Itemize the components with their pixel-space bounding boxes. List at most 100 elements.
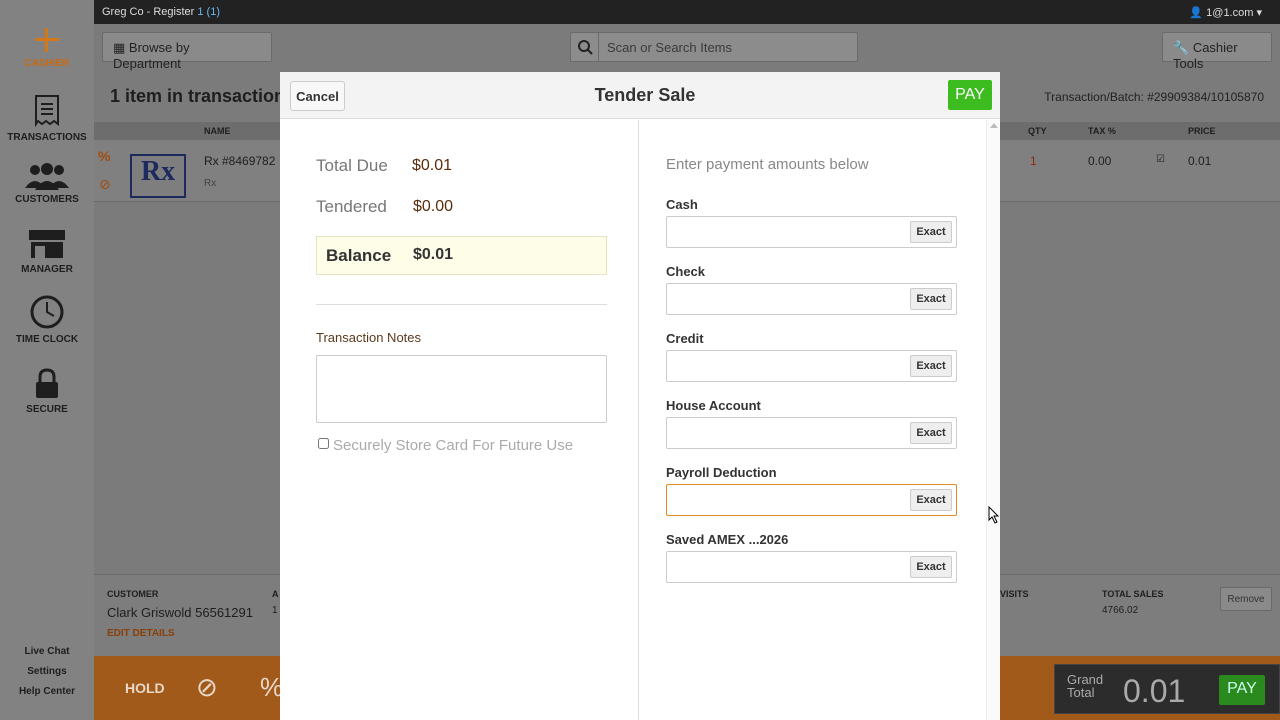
balance-box: Balance $0.01	[316, 236, 607, 275]
nav-customers[interactable]: CUSTOMERS	[0, 162, 94, 205]
visits-label: VISITS	[1000, 589, 1029, 599]
store-card-option[interactable]: Securely Store Card For Future Use	[318, 437, 573, 454]
users-icon	[25, 163, 69, 190]
cash-exact-button[interactable]: Exact	[910, 221, 952, 243]
nav-time-clock-label: TIME CLOCK	[15, 334, 79, 345]
total-sales-value: 4766.02	[1102, 605, 1139, 616]
store-name: Greg Co - Register	[102, 6, 195, 18]
credit-input[interactable]	[671, 355, 907, 377]
modal-scrollbar[interactable]	[986, 120, 1000, 720]
nav-cashier[interactable]: CASHIER	[0, 26, 94, 69]
store-icon	[29, 230, 65, 258]
transaction-notes-label: Transaction Notes	[316, 330, 422, 345]
nav-customers-label: CUSTOMERS	[15, 194, 79, 205]
void-sale-icon[interactable]: ⊘	[196, 672, 218, 703]
left-sidebar: CASHIER TRANSACTIONS CUSTOMERS MANAGER T…	[0, 0, 94, 720]
receipt-icon	[35, 95, 59, 128]
balance-label: Balance	[326, 246, 392, 265]
search-icon	[571, 33, 599, 61]
search-box[interactable]: Scan or Search Items	[570, 32, 858, 62]
browse-department-button[interactable]: ▦ Browse by Department	[102, 32, 272, 71]
store-card-checkbox[interactable]	[318, 438, 329, 449]
house-account-exact-button[interactable]: Exact	[910, 422, 952, 444]
item-sub: Rx	[204, 178, 217, 189]
user-menu[interactable]: 👤 1@1.com ▾	[1189, 6, 1262, 19]
grand-total-value: 0.01	[1123, 673, 1186, 709]
transaction-notes-input[interactable]	[316, 355, 607, 423]
tendered-value: $0.00	[413, 198, 454, 215]
modal-header: Cancel Tender Sale PAY	[280, 72, 1000, 119]
wrench-icon: 🔧	[1173, 40, 1190, 55]
hold-button[interactable]: HOLD	[125, 680, 165, 696]
scroll-up-arrow-icon[interactable]	[990, 123, 998, 128]
store-card-label: Securely Store Card For Future Use	[333, 437, 574, 454]
rx-logo: Rx	[130, 154, 186, 198]
discount-icon[interactable]: %	[98, 148, 110, 164]
cash-label: Cash	[666, 197, 698, 212]
house-account-field: Exact	[666, 417, 957, 449]
customer-col2-value: 1	[272, 605, 278, 616]
top-bar: Greg Co - Register 1 (1) 👤 1@1.com ▾	[94, 0, 1280, 24]
house-account-input[interactable]	[671, 422, 907, 444]
check-label: Check	[666, 264, 706, 279]
grand-label-2: Total	[1067, 685, 1095, 700]
cash-input[interactable]	[671, 221, 907, 243]
payments-pane: Enter payment amounts below Cash Exact C…	[640, 120, 986, 720]
total-sales-label: TOTAL SALES	[1102, 589, 1164, 599]
customer-col2-label: A	[272, 589, 279, 599]
nav-transactions[interactable]: TRANSACTIONS	[0, 94, 94, 143]
check-field: Exact	[666, 283, 957, 315]
cashier-tools-button[interactable]: 🔧 Cashier Tools	[1162, 32, 1272, 71]
payroll-deduction-field: Exact	[666, 484, 957, 516]
transaction-heading: 1 item in transaction	[110, 86, 286, 106]
pay-button[interactable]: PAY	[948, 80, 992, 110]
settings-link[interactable]: Settings	[0, 666, 94, 677]
item-tax[interactable]: 0.00	[1088, 154, 1111, 168]
nav-cashier-label: CASHIER	[24, 58, 70, 69]
nav-time-clock[interactable]: TIME CLOCK	[0, 294, 94, 345]
nav-secure-label: SECURE	[26, 404, 68, 415]
col-name[interactable]: NAME	[204, 126, 231, 136]
customer-name: Clark Griswold 56561291	[107, 605, 253, 620]
user-email: 1@1.com	[1206, 7, 1254, 19]
check-exact-button[interactable]: Exact	[910, 288, 952, 310]
help-center-link[interactable]: Help Center	[0, 686, 94, 697]
saved-amex-label: Saved AMEX ...2026	[666, 532, 789, 547]
saved-amex-input[interactable]	[671, 556, 907, 578]
credit-label: Credit	[666, 331, 704, 346]
col-tax[interactable]: TAX %	[1088, 126, 1116, 136]
payroll-deduction-input[interactable]	[671, 489, 907, 511]
payroll-deduction-label: Payroll Deduction	[666, 465, 777, 480]
credit-exact-button[interactable]: Exact	[910, 355, 952, 377]
caret-down-icon: ▾	[1256, 7, 1262, 19]
modal-title: Tender Sale	[594, 85, 696, 105]
col-qty[interactable]: QTY	[1028, 126, 1047, 136]
check-input[interactable]	[671, 288, 907, 310]
grid-icon: ▦	[113, 40, 126, 55]
nav-manager[interactable]: MANAGER	[0, 228, 94, 275]
edit-details-link[interactable]: EDIT DETAILS	[107, 628, 175, 639]
register-number: 1 (1)	[197, 6, 220, 18]
col-price[interactable]: PRICE	[1188, 126, 1216, 136]
summary-pane: Total Due $0.01 Tendered $0.00 Balance $…	[280, 120, 639, 720]
tender-sale-modal: Cancel Tender Sale PAY Total Due $0.01 T…	[280, 72, 1000, 720]
saved-amex-exact-button[interactable]: Exact	[910, 556, 952, 578]
total-due-label: Total Due	[316, 156, 388, 175]
customer-label: CUSTOMER	[107, 589, 159, 599]
remove-customer-button[interactable]: Remove	[1220, 587, 1272, 611]
bottom-pay-button[interactable]: PAY	[1219, 675, 1265, 705]
item-name: Rx #8469782	[204, 154, 276, 168]
item-price[interactable]: 0.01	[1188, 154, 1211, 168]
item-qty[interactable]: 1	[1030, 154, 1037, 168]
live-chat-link[interactable]: Live Chat	[0, 646, 94, 657]
taxable-checkbox[interactable]: ☑	[1156, 154, 1165, 165]
total-due-value: $0.01	[412, 157, 453, 174]
clock-icon	[30, 295, 64, 329]
mouse-cursor-icon	[988, 506, 1000, 524]
divider	[316, 304, 607, 305]
transaction-batch: Transaction/Batch: #29909384/10105870	[1044, 90, 1264, 104]
payroll-deduction-exact-button[interactable]: Exact	[910, 489, 952, 511]
void-icon[interactable]: ⊘	[99, 176, 111, 193]
credit-field: Exact	[666, 350, 957, 382]
nav-secure[interactable]: SECURE	[0, 368, 94, 415]
